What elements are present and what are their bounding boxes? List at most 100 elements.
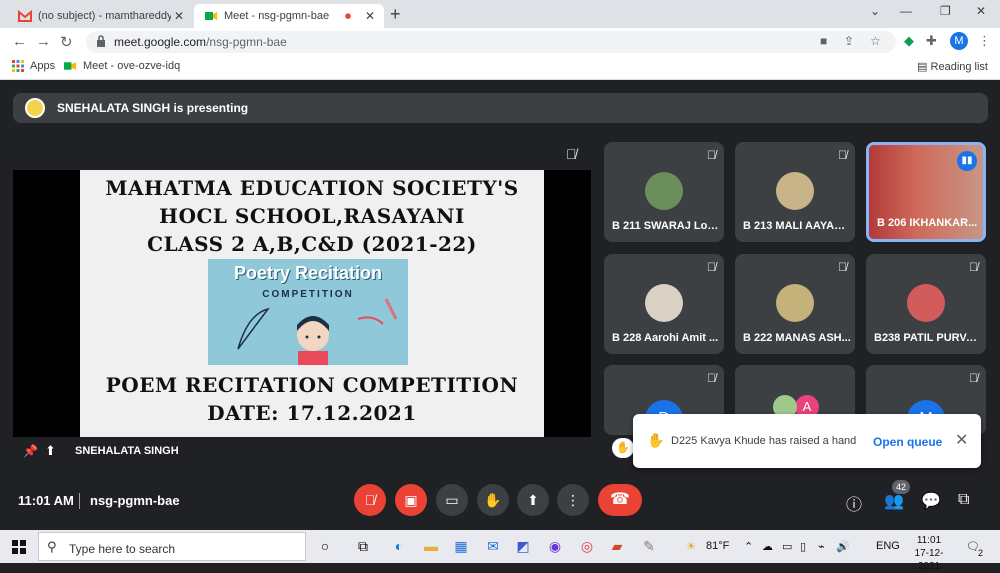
taskbar-time: 11:01	[916, 535, 942, 546]
pin-icon[interactable]: 📌	[23, 444, 38, 458]
windows-start-icon[interactable]	[12, 540, 26, 554]
paint-icon[interactable]: ✎	[640, 537, 658, 555]
raised-hand-icon: ✋	[647, 432, 665, 448]
window-close-button[interactable]: ✕	[976, 4, 986, 18]
divider	[79, 493, 80, 509]
participant-tile[interactable]: 🎙̸ B 213 MALI AAYAN...	[735, 142, 855, 242]
speaker-icon[interactable]: 🔊	[836, 540, 850, 553]
raise-hand-button[interactable]: ✋	[477, 484, 509, 516]
menu-kebab-icon[interactable]: ⋮	[978, 33, 991, 49]
file-explorer-icon[interactable]: ▬	[422, 537, 440, 555]
gmail-icon	[18, 9, 32, 22]
activities-button[interactable]: ⧉	[958, 491, 969, 509]
captions-button[interactable]: ▭	[436, 484, 468, 516]
slide-line-5: DATE: 17.12.2021	[207, 401, 417, 425]
participant-name: B238 PATIL PURVA...	[874, 332, 982, 344]
minimize-button[interactable]: —	[900, 4, 912, 18]
camera-icon[interactable]: ■	[820, 34, 827, 48]
participant-tile[interactable]: 🎙̸ B 222 MANAS ASH...	[735, 254, 855, 354]
tab-title: Meet - nsg-pgmn-bae	[224, 10, 330, 22]
share-icon[interactable]: ⇪	[844, 34, 854, 48]
close-icon[interactable]: ✕	[171, 9, 187, 23]
reading-list-icon: ▤	[917, 61, 928, 73]
participant-tile-speaking[interactable]: ▮▮ B 206 IKHANKAR...	[866, 142, 986, 242]
avatar	[645, 172, 683, 210]
restore-button[interactable]: ❐	[940, 4, 951, 18]
store-icon[interactable]: ▦	[452, 537, 470, 555]
taskbar-clock[interactable]: 11:01 17-12-2021	[906, 534, 952, 573]
chevron-up-icon[interactable]: ⌃	[744, 540, 753, 553]
powerpoint-icon[interactable]: ▰	[608, 537, 626, 555]
tab-meet[interactable]: Meet - nsg-pgmn-bae ⏺ ✕	[194, 4, 384, 28]
participant-tile[interactable]: 🎙̸ B 211 SWARAJ Lok...	[604, 142, 724, 242]
app-icon[interactable]: ◩	[514, 537, 532, 555]
reading-list-button[interactable]: ▤ Reading list	[917, 60, 988, 73]
present-screen-icon[interactable]: ⬆	[45, 443, 56, 459]
presenting-text: SNEHALATA SINGH is presenting	[57, 101, 249, 115]
people-count-badge: 42	[892, 480, 910, 494]
extension-shield-icon[interactable]: ◆	[904, 33, 914, 49]
present-button[interactable]: ⬆	[517, 484, 549, 516]
participant-tile[interactable]: 🎙̸ B 228 Aarohi Amit ...	[604, 254, 724, 354]
mic-off-icon: 🎙̸	[838, 260, 847, 274]
weather-icon[interactable]: ☀	[686, 540, 696, 553]
forward-button[interactable]: →	[36, 33, 51, 50]
people-button[interactable]: 👥	[884, 491, 904, 511]
more-options-button[interactable]: ⋮	[557, 484, 589, 516]
tab-gmail[interactable]: (no subject) - mamthareddy@m ✕	[8, 4, 193, 28]
tab-title: (no subject) - mamthareddy@m	[38, 10, 171, 22]
participant-name: B 222 MANAS ASH...	[743, 332, 851, 344]
tab-strip: (no subject) - mamthareddy@m ✕ Meet - ns…	[0, 0, 1000, 28]
bookmark-apps[interactable]: Apps	[12, 60, 55, 72]
search-icon: ⚲	[47, 539, 57, 554]
meet-tray-icon[interactable]: ▭	[782, 540, 792, 553]
leave-call-button[interactable]: ☎	[598, 484, 642, 516]
input-language[interactable]: ENG	[876, 540, 900, 552]
taskbar-search-box[interactable]: ⚲ Type here to search	[38, 532, 306, 561]
cortana-icon[interactable]: ○	[316, 537, 334, 555]
reading-list-label: Reading list	[930, 61, 988, 73]
address-bar[interactable]: meet.google.com/nsg-pgmn-bae ■ ⇪ ☆	[86, 31, 896, 53]
network-icon[interactable]: ⌁	[818, 540, 825, 553]
close-icon[interactable]: ✕	[362, 9, 378, 23]
battery-icon[interactable]: ▯	[800, 540, 806, 553]
close-icon[interactable]: ✕	[955, 430, 968, 450]
puzzle-icon[interactable]: ✚	[926, 33, 937, 49]
chat-button[interactable]: 💬	[921, 491, 941, 511]
url-path: /nsg-pgmn-bae	[206, 35, 287, 49]
bookmark-label: Apps	[30, 60, 56, 72]
task-view-icon[interactable]: ⧉	[354, 537, 372, 555]
webex-icon[interactable]: ◉	[546, 537, 564, 555]
chevron-down-icon[interactable]: ⌄	[870, 4, 880, 18]
star-icon[interactable]: ☆	[870, 34, 881, 48]
meeting-info-button[interactable]: ⓘ	[846, 491, 862, 515]
mic-off-icon: 🎙̸	[707, 148, 716, 162]
present-screen-icon: ⬆	[527, 492, 539, 508]
taskbar-date: 17-12-2021	[914, 548, 944, 572]
reload-button[interactable]: ↻	[60, 33, 73, 51]
bookmark-meet[interactable]: Meet - ove-ozve-idq	[64, 60, 180, 72]
new-tab-button[interactable]: +	[390, 4, 401, 25]
recording-icon: ⏺	[344, 8, 351, 23]
avatar	[776, 284, 814, 322]
open-queue-button[interactable]: Open queue	[873, 435, 942, 449]
edge-icon[interactable]: ◐	[390, 537, 408, 555]
profile-avatar[interactable]: M	[950, 32, 968, 50]
temperature[interactable]: 81°F	[706, 540, 729, 552]
mic-toggle-button[interactable]: 🎙̸	[354, 484, 386, 516]
presentation-stage: MAHATMA EDUCATION SOCIETY'S HOCL SCHOOL,…	[13, 170, 591, 437]
meet-icon	[205, 12, 217, 20]
participant-tile[interactable]: 🎙̸ B238 PATIL PURVA...	[866, 254, 986, 354]
cloud-icon[interactable]: ☁	[762, 540, 773, 553]
mic-off-icon: 🎙̸	[969, 260, 978, 274]
school-logo	[25, 98, 45, 118]
chrome-icon[interactable]: ◎	[578, 537, 596, 555]
back-button[interactable]: ←	[12, 33, 27, 50]
avatar	[907, 284, 945, 322]
camera-toggle-button[interactable]: ▣	[395, 484, 427, 516]
mic-off-icon: 🎙̸	[707, 260, 716, 274]
mail-icon[interactable]: ✉	[484, 537, 502, 555]
apps-grid-icon	[12, 60, 24, 72]
windows-taskbar: ⚲ Type here to search ○ ⧉ ◐ ▬ ▦ ✉ ◩ ◉ ◎ …	[0, 530, 1000, 572]
bookmarks-bar: Apps Meet - ove-ozve-idq ▤ Reading list	[0, 56, 1000, 80]
